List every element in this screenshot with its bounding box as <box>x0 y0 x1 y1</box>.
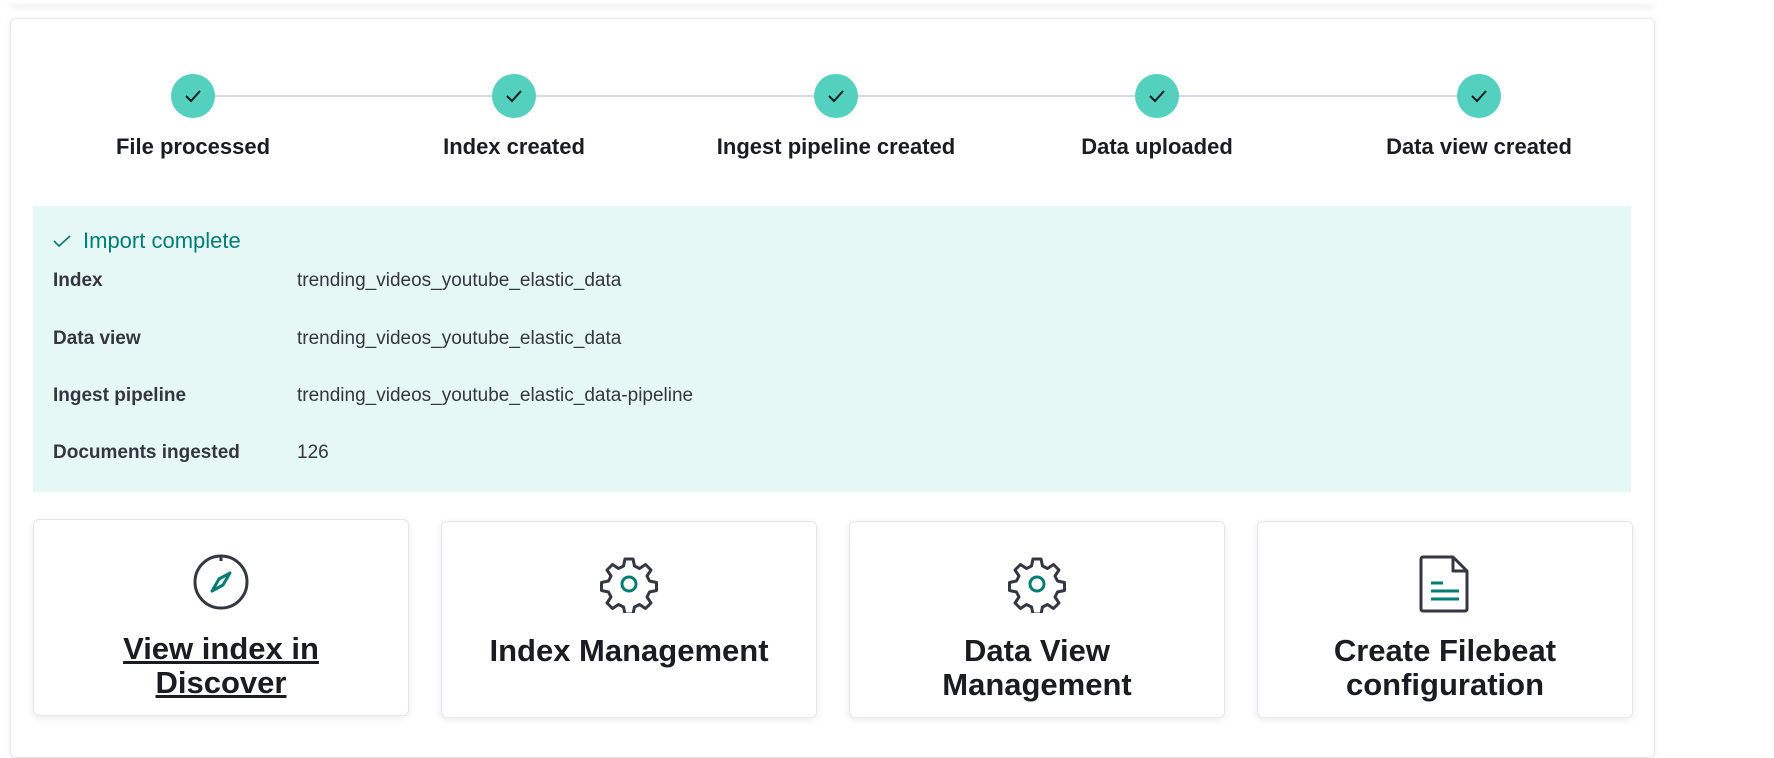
index-management-card[interactable]: Index Management <box>441 521 817 718</box>
summary-value: trending_videos_youtube_elastic_data <box>297 328 622 349</box>
callout-title-text: Import complete <box>83 228 241 253</box>
gear-icon <box>1007 554 1067 614</box>
import-results-panel: File processed Index created Ingest pipe… <box>10 18 1655 758</box>
step-label: Data view created <box>1386 134 1572 159</box>
previous-panel-edge <box>10 0 1655 4</box>
summary-row-documents-ingested: Documents ingested 126 <box>53 442 329 464</box>
step-file-processed: File processed <box>33 74 353 160</box>
data-view-management-card[interactable]: Data View Management <box>849 521 1225 718</box>
summary-key: Ingest pipeline <box>53 385 187 406</box>
import-steps: File processed Index created Ingest pipe… <box>11 19 1654 189</box>
card-title[interactable]: Index Management <box>465 634 792 668</box>
summary-value: trending_videos_youtube_elastic_data <box>297 270 622 291</box>
check-icon <box>1457 74 1501 118</box>
step-label: File processed <box>115 134 271 159</box>
check-icon <box>814 74 858 118</box>
check-icon <box>492 74 536 118</box>
summary-row-data-view: Data view trending_videos_youtube_elasti… <box>53 328 621 350</box>
import-complete-callout: Import complete Index trending_videos_yo… <box>33 206 1631 492</box>
summary-value: trending_videos_youtube_elastic_data-pip… <box>297 385 694 406</box>
summary-value: 126 <box>297 442 329 463</box>
card-title[interactable]: Data View Management <box>850 634 1224 702</box>
step-index-created: Index created <box>354 74 674 160</box>
summary-key: Data view <box>53 328 141 349</box>
step-label: Ingest pipeline created <box>716 134 956 159</box>
check-icon <box>53 235 71 248</box>
summary-key: Documents ingested <box>53 442 240 463</box>
step-data-uploaded: Data uploaded <box>997 74 1317 160</box>
step-label: Data uploaded <box>1081 134 1233 159</box>
summary-row-index: Index trending_videos_youtube_elastic_da… <box>53 270 621 292</box>
callout-title: Import complete <box>53 228 241 254</box>
summary-key: Index <box>53 270 103 291</box>
document-icon <box>1415 554 1475 614</box>
create-filebeat-configuration-card[interactable]: Create Filebeat configuration <box>1257 521 1633 718</box>
view-in-discover-card[interactable]: View index in Discover <box>33 519 409 716</box>
card-title[interactable]: View index in Discover <box>34 632 408 700</box>
card-title[interactable]: Create Filebeat configuration <box>1258 634 1632 702</box>
step-data-view-created: Data view created <box>1319 74 1639 160</box>
step-ingest-pipeline-created: Ingest pipeline created <box>676 74 996 160</box>
step-label: Index created <box>443 134 585 159</box>
summary-row-ingest-pipeline: Ingest pipeline trending_videos_youtube_… <box>53 385 693 407</box>
compass-icon <box>191 552 251 612</box>
gear-icon <box>599 554 659 614</box>
check-icon <box>171 74 215 118</box>
check-icon <box>1135 74 1179 118</box>
